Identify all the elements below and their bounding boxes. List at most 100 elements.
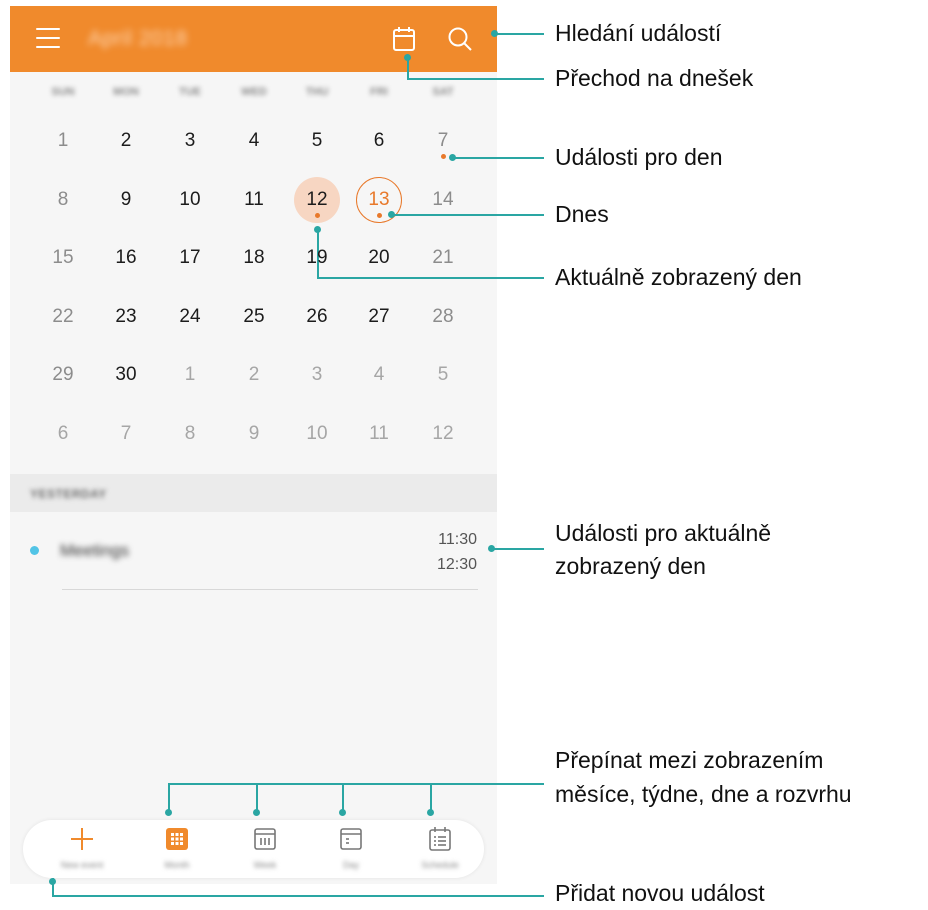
day-number: 8 <box>57 188 69 210</box>
calendar-day[interactable]: 5 <box>286 112 348 170</box>
calendar-day[interactable]: 2 <box>223 346 285 404</box>
tab-month[interactable]: Month <box>142 820 212 878</box>
day-number: 4 <box>373 364 385 385</box>
day-number: 2 <box>248 364 260 385</box>
calendar-day[interactable]: 16 <box>95 229 157 287</box>
calendar-day[interactable]: 7 <box>412 112 474 170</box>
schedule-view-icon <box>429 827 451 851</box>
day-number: 7 <box>120 422 132 444</box>
day-number: 25 <box>243 305 265 327</box>
calendar-day[interactable]: 30 <box>95 346 157 404</box>
calendar-day[interactable]: 3 <box>286 346 348 404</box>
day-number: 10 <box>306 422 328 444</box>
leader-line <box>491 548 544 550</box>
calendar-day[interactable]: 27 <box>348 288 410 346</box>
callout-switch-line2: měsíce, týdne, dne a rozvrhu <box>555 781 852 807</box>
calendar-day[interactable]: 8 <box>159 405 221 463</box>
calendar-day[interactable]: 4 <box>223 112 285 170</box>
callout-day-events: Události pro den <box>555 144 723 170</box>
tab-week[interactable]: Week <box>230 820 300 878</box>
callout-today-marker: Dnes <box>555 201 609 227</box>
day-number: 22 <box>52 305 74 327</box>
day-number: 2 <box>120 130 132 151</box>
tab-new-event[interactable]: New event <box>47 820 117 878</box>
day-number: 10 <box>179 188 201 210</box>
leader-dot <box>165 809 172 816</box>
day-number: 3 <box>311 364 323 385</box>
day-number: 6 <box>373 130 385 151</box>
calendar-day[interactable]: 1 <box>32 112 94 170</box>
calendar-day[interactable]: 9 <box>95 171 157 229</box>
phone-screen: April 2018 SUN MON TUE WED THU FRI SAT 1234567… <box>10 6 497 884</box>
calendar-day[interactable]: 10 <box>286 405 348 463</box>
calendar-day[interactable]: 28 <box>412 288 474 346</box>
calendar-day[interactable]: 1 <box>159 346 221 404</box>
calendar-day[interactable]: 12 <box>412 405 474 463</box>
weekday-label: WED <box>241 86 267 98</box>
today-icon[interactable] <box>391 25 417 53</box>
day-number: 4 <box>248 130 260 151</box>
day-number: 13 <box>368 188 390 210</box>
calendar-day[interactable]: 3 <box>159 112 221 170</box>
calendar-day[interactable]: 23 <box>95 288 157 346</box>
leader-line <box>52 878 54 896</box>
day-number: 29 <box>52 364 74 385</box>
day-number: 12 <box>306 188 328 210</box>
weekday-label: MON <box>113 86 139 98</box>
calendar-day[interactable]: 2 <box>95 112 157 170</box>
tab-label: New event <box>60 860 104 870</box>
callout-switch-line1: Přepínat mezi zobrazením <box>555 747 824 773</box>
day-number: 16 <box>115 247 137 268</box>
weekday-label: THU <box>305 86 329 98</box>
calendar-day[interactable]: 15 <box>32 229 94 287</box>
tab-schedule[interactable]: Schedule <box>405 820 475 878</box>
tab-day[interactable]: Day <box>316 820 386 878</box>
menu-icon[interactable] <box>36 28 60 48</box>
leader-line <box>494 33 544 35</box>
weekday-label: SAT <box>432 86 454 98</box>
callout-selected-day: Aktuálně zobrazený den <box>555 264 802 290</box>
calendar-day[interactable]: 25 <box>223 288 285 346</box>
calendar-day[interactable]: 26 <box>286 288 348 346</box>
calendar-day[interactable]: 22 <box>32 288 94 346</box>
calendar-day[interactable]: 8 <box>32 171 94 229</box>
calendar-day[interactable]: 9 <box>223 405 285 463</box>
calendar-day[interactable]: 14 <box>412 171 474 229</box>
calendar-day[interactable]: 12 <box>286 171 348 229</box>
day-number: 17 <box>179 247 201 268</box>
event-list-item[interactable]: Meetings 11:30 12:30 <box>10 514 497 590</box>
calendar-day[interactable]: 6 <box>348 112 410 170</box>
calendar-day[interactable]: 29 <box>32 346 94 404</box>
day-number: 9 <box>120 188 132 210</box>
calendar-day[interactable]: 24 <box>159 288 221 346</box>
callout-new-event: Přidat novou událost <box>555 880 765 906</box>
calendar-day[interactable]: 13 <box>348 171 410 229</box>
tab-label: Month <box>164 860 190 870</box>
calendar-day[interactable]: 4 <box>348 346 410 404</box>
calendar-day[interactable]: 6 <box>32 405 94 463</box>
leader-line <box>168 783 544 785</box>
day-number: 5 <box>437 364 449 385</box>
calendar-day[interactable]: 17 <box>159 229 221 287</box>
calendar-day[interactable]: 18 <box>223 229 285 287</box>
list-divider <box>62 589 478 590</box>
leader-dot <box>253 809 260 816</box>
tab-label: Week <box>253 860 277 870</box>
calendar-day[interactable]: 10 <box>159 171 221 229</box>
leader-line <box>52 895 544 897</box>
day-number: 9 <box>248 422 260 444</box>
calendar-day[interactable]: 5 <box>412 346 474 404</box>
section-label: YESTERDAY <box>30 487 107 501</box>
app-bar: April 2018 <box>10 6 497 72</box>
search-icon[interactable] <box>446 25 474 53</box>
day-number: 19 <box>306 247 328 268</box>
day-number: 15 <box>52 247 74 268</box>
month-title: April 2018 <box>88 27 188 50</box>
calendar-day[interactable]: 7 <box>95 405 157 463</box>
calendar-day[interactable]: 11 <box>348 405 410 463</box>
week-view-icon <box>254 828 276 850</box>
day-number: 5 <box>311 130 323 151</box>
month-view-icon <box>166 828 188 850</box>
day-number: 27 <box>368 305 390 327</box>
calendar-day[interactable]: 11 <box>223 171 285 229</box>
